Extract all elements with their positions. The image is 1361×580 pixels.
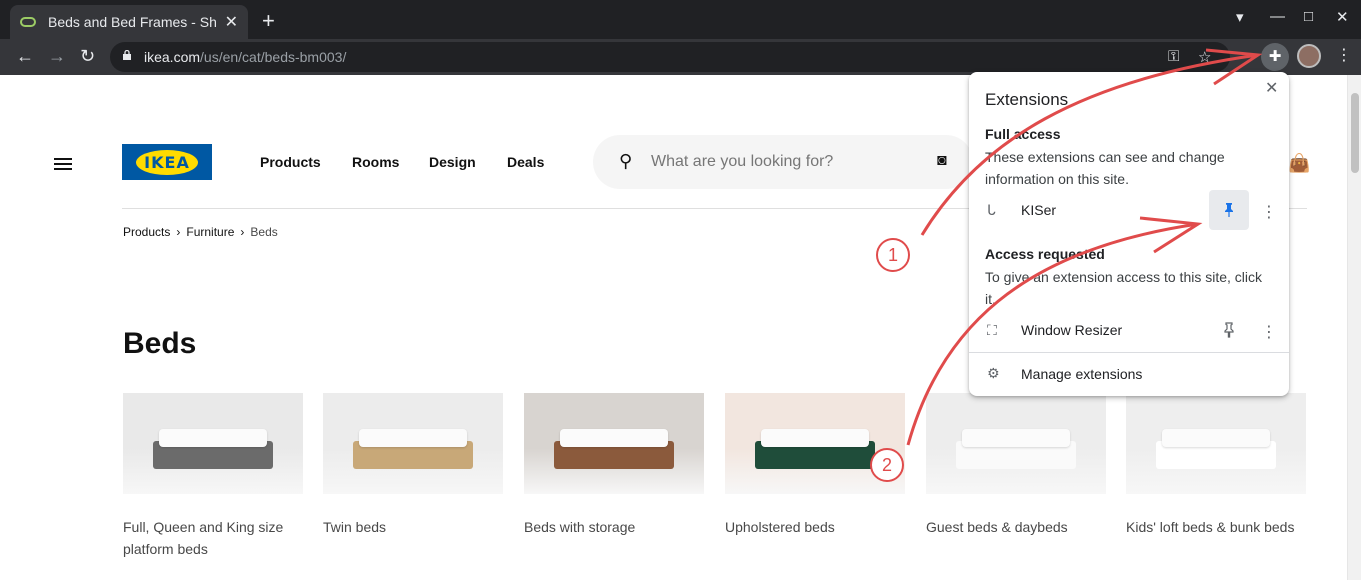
maximize-button[interactable]: □ <box>1304 8 1313 25</box>
forward-icon[interactable]: → <box>48 46 66 67</box>
url-text: ikea.com/us/en/cat/beds-bm003/ <box>144 49 347 65</box>
category-label[interactable]: Kids' loft beds & bunk beds <box>1126 516 1306 538</box>
extensions-puzzle-icon[interactable]: ✚ <box>1261 43 1289 71</box>
category-label[interactable]: Beds with storage <box>524 516 704 538</box>
breadcrumb-furniture[interactable]: Furniture <box>186 225 234 239</box>
browser-toolbar: ← → ↻ ikea.com/us/en/cat/beds-bm003/ ⚿ ☆… <box>0 39 1361 75</box>
minimize-button[interactable]: — <box>1270 8 1285 25</box>
callout-2: 2 <box>870 448 904 482</box>
nav-design[interactable]: Design <box>429 154 476 170</box>
close-window-button[interactable]: ✕ <box>1336 8 1349 26</box>
category-card[interactable]: Twin beds <box>323 393 503 538</box>
profile-avatar[interactable] <box>1297 44 1321 68</box>
more-options-icon[interactable]: ⋮ <box>1261 202 1277 222</box>
more-options-icon[interactable]: ⋮ <box>1261 322 1277 342</box>
back-icon[interactable]: ← <box>16 46 34 67</box>
more-menu-icon[interactable]: ⋮ <box>1336 45 1352 65</box>
nav-rooms[interactable]: Rooms <box>352 154 399 170</box>
category-card[interactable]: Beds with storage <box>524 393 704 538</box>
nav-products[interactable]: Products <box>260 154 321 170</box>
category-image[interactable] <box>1126 393 1306 494</box>
category-label-line: Kids' loft beds & bunk beds <box>1126 519 1295 535</box>
category-image[interactable] <box>323 393 503 494</box>
category-label[interactable]: Upholstered beds <box>725 516 905 538</box>
pin-button-window-resizer[interactable] <box>1209 310 1249 350</box>
manage-extensions-link[interactable]: Manage extensions <box>1021 366 1142 382</box>
bed-sheet <box>962 429 1070 447</box>
access-requested-heading: Access requested <box>985 246 1105 262</box>
category-label[interactable]: Full, Queen and King size platform beds <box>123 516 303 560</box>
window-resizer-icon[interactable]: ⛶ <box>987 322 997 339</box>
bed-sheet <box>159 429 267 447</box>
bed-sheet <box>359 429 467 447</box>
bed-sheet <box>761 429 869 447</box>
bed-sheet <box>1162 429 1270 447</box>
category-label-line: Guest beds & daybeds <box>926 519 1068 535</box>
page-title: Beds <box>123 327 197 360</box>
category-label-line: Full, Queen and King size <box>123 519 284 535</box>
category-label-line: platform beds <box>123 541 208 557</box>
address-bar[interactable]: ikea.com/us/en/cat/beds-bm003/ ⚿ ☆ <box>110 42 1230 72</box>
full-access-description: These extensions can see and change info… <box>985 149 1225 187</box>
breadcrumb-products[interactable]: Products <box>123 225 170 239</box>
popup-title: Extensions <box>985 90 1069 109</box>
category-card[interactable]: Guest beds & daybeds <box>926 393 1106 538</box>
chevron-right-icon: › <box>240 225 245 239</box>
reload-icon[interactable]: ↻ <box>80 46 95 67</box>
category-label[interactable]: Guest beds & daybeds <box>926 516 1106 538</box>
pin-icon <box>1225 203 1233 217</box>
category-label-line: Twin beds <box>323 519 387 535</box>
tab-search-icon[interactable]: ▾ <box>1236 8 1244 26</box>
pin-button-kiser[interactable] <box>1209 190 1249 230</box>
category-label[interactable]: Twin beds <box>323 516 503 538</box>
tab-favicon-icon <box>20 17 36 27</box>
category-image[interactable] <box>926 393 1106 494</box>
shopping-bag-icon[interactable]: 👜 <box>1288 153 1310 174</box>
callout-1: 1 <box>876 238 910 272</box>
chevron-right-icon: › <box>176 225 181 239</box>
kiser-extension-icon[interactable]: ᒐ <box>987 202 996 219</box>
tab-close-icon[interactable]: ✕ <box>225 12 238 32</box>
camera-icon[interactable]: ◙ <box>937 152 947 170</box>
access-requested-description: To give an extension access to this site… <box>985 269 1263 307</box>
new-tab-button[interactable]: + <box>262 8 275 34</box>
key-blocked-icon[interactable]: ⚿ <box>1168 48 1179 65</box>
scrollbar-thumb[interactable] <box>1351 93 1359 173</box>
breadcrumb-beds: Beds <box>250 225 278 239</box>
search-icon: ⚲ <box>619 151 633 171</box>
bed-sheet <box>560 429 668 447</box>
bookmark-star-icon[interactable]: ☆ <box>1198 48 1211 66</box>
hamburger-menu-icon[interactable] <box>54 155 72 173</box>
page-scrollbar[interactable] <box>1347 75 1361 580</box>
category-image[interactable] <box>524 393 704 494</box>
extension-name-window-resizer[interactable]: Window Resizer <box>1021 322 1122 338</box>
tab-title: Beds and Bed Frames - Sh <box>48 14 217 30</box>
category-card[interactable]: Full, Queen and King size platform beds <box>123 393 303 560</box>
ikea-logo[interactable]: IKEA <box>122 144 212 180</box>
browser-tab[interactable]: Beds and Bed Frames - Sh ✕ <box>10 5 248 39</box>
pin-outline-icon <box>1224 322 1234 338</box>
nav-deals[interactable]: Deals <box>507 154 544 170</box>
extensions-popup: Extensions ✕ Full access These extension… <box>969 72 1289 396</box>
category-card[interactable]: Kids' loft beds & bunk beds <box>1126 393 1306 538</box>
close-icon[interactable]: ✕ <box>1265 78 1278 98</box>
gear-icon[interactable]: ⚙ <box>987 365 1000 382</box>
category-label-line: Beds with storage <box>524 519 636 535</box>
search-placeholder: What are you looking for? <box>651 153 834 170</box>
full-access-heading: Full access <box>985 126 1061 142</box>
popup-divider <box>969 352 1289 353</box>
lock-icon[interactable] <box>122 50 132 60</box>
extension-name-kiser[interactable]: KISer <box>1021 202 1056 218</box>
category-image[interactable] <box>123 393 303 494</box>
category-label-line: Upholstered beds <box>725 519 835 535</box>
breadcrumb: Products › Furniture › Beds <box>123 225 278 239</box>
browser-tabstrip: Beds and Bed Frames - Sh ✕ + ▾ — □ ✕ <box>0 0 1361 39</box>
search-input[interactable]: ⚲ What are you looking for? ◙ <box>593 135 973 189</box>
